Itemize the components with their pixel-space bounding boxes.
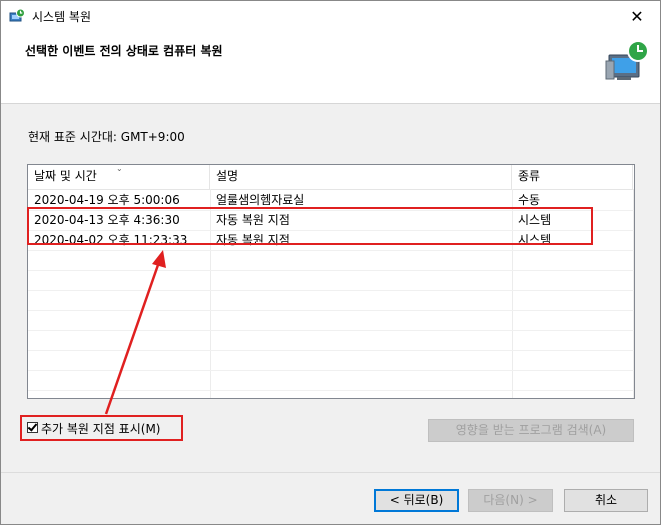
column-header-description[interactable]: 설명: [210, 165, 512, 189]
cancel-button[interactable]: 취소: [564, 489, 648, 512]
column-header-type[interactable]: 종류: [512, 165, 633, 189]
empty-row: [28, 370, 634, 391]
system-restore-window: 시스템 복원 ✕ 선택한 이벤트 전의 상태로 컴퓨터 복원 현재 표준 시간대…: [0, 0, 661, 525]
title-bar: 시스템 복원 ✕: [1, 1, 660, 31]
show-more-restore-points-highlight: 추가 복원 지점 표시(M): [20, 415, 183, 441]
column-header-datetime[interactable]: ⌄ 날짜 및 시간: [28, 165, 210, 189]
scan-affected-programs-button[interactable]: 영향을 받는 프로그램 검색(A): [428, 419, 634, 442]
page-title: 선택한 이벤트 전의 상태로 컴퓨터 복원: [25, 44, 223, 58]
footer-divider: [1, 472, 660, 473]
empty-row: [28, 310, 634, 331]
show-more-restore-points-label[interactable]: 추가 복원 지점 표시(M): [41, 420, 160, 437]
sort-down-icon: ⌄: [116, 164, 123, 173]
empty-row: [28, 250, 634, 271]
empty-row: [28, 270, 634, 291]
timezone-label: 현재 표준 시간대: GMT+9:00: [28, 130, 185, 144]
restore-points-list[interactable]: ⌄ 날짜 및 시간 설명 종류 2020-04-19 오후 5:00:06 얼룰…: [27, 164, 635, 399]
system-restore-computer-icon: [605, 40, 649, 80]
close-icon: ✕: [630, 6, 644, 26]
show-more-restore-points-checkbox[interactable]: [27, 422, 38, 433]
highlight-box-auto-restore-points: [27, 207, 593, 245]
next-button[interactable]: 다음(N) >: [468, 489, 553, 512]
empty-row: [28, 350, 634, 371]
window-title: 시스템 복원: [32, 10, 92, 24]
wizard-header: 선택한 이벤트 전의 상태로 컴퓨터 복원: [1, 31, 660, 104]
close-button[interactable]: ✕: [614, 1, 660, 31]
empty-row: [28, 290, 634, 311]
empty-row: [28, 330, 634, 351]
list-header: ⌄ 날짜 및 시간 설명 종류: [28, 165, 634, 190]
system-restore-icon: [9, 8, 25, 22]
back-button[interactable]: < 뒤로(B): [374, 489, 459, 512]
